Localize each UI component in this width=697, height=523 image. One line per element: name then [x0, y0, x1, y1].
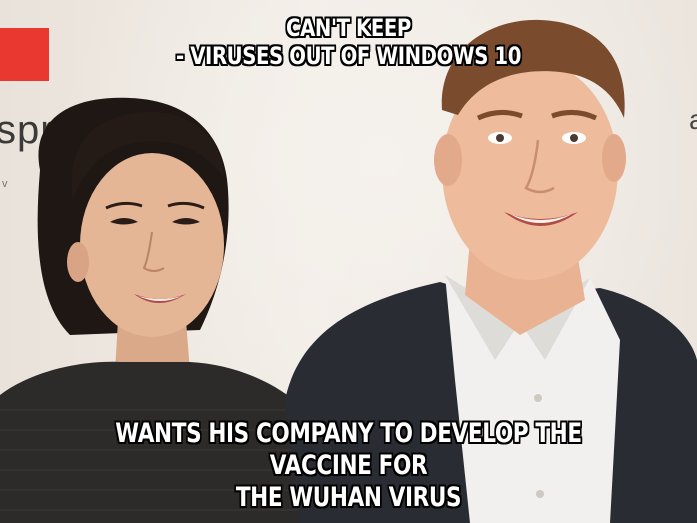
top-caption-line-1: CAN'T KEEP [286, 14, 411, 42]
man-pupil-left [496, 134, 504, 142]
meme-image: spr a v CAN'T KEEP - VIRUSES OUT OF WIND… [0, 0, 697, 523]
bottom-caption-line-2: THE WUHAN VIRUS [235, 481, 462, 513]
man-pupil-right [570, 134, 578, 142]
bottom-caption: WANTS HIS COMPANY TO DEVELOP THE VACCINE… [70, 418, 628, 514]
bottom-caption-line-1: WANTS HIS COMPANY TO DEVELOP THE VACCINE… [115, 418, 582, 481]
man-shirt-button [534, 394, 542, 402]
top-caption-line-2: - VIRUSES OUT OF WINDOWS 10 [176, 42, 521, 71]
man-ear-right [602, 134, 626, 182]
man-ear-left [434, 134, 462, 186]
top-caption: CAN'T KEEP - VIRUSES OUT OF WINDOWS 10 [63, 14, 635, 71]
